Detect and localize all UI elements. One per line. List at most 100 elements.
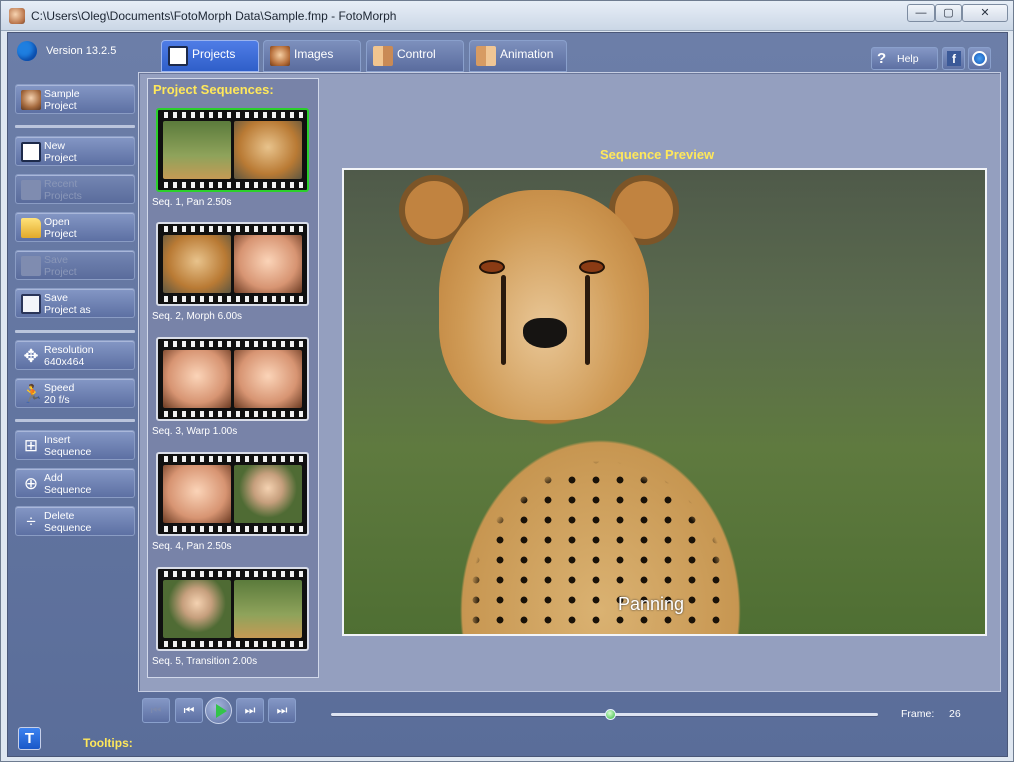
- tab-projects[interactable]: Projects: [161, 40, 259, 72]
- cheetah-face: [439, 190, 649, 420]
- film-perforations: [164, 641, 303, 647]
- cheetah-eye: [479, 260, 505, 274]
- film-perforations: [164, 296, 303, 302]
- tab-images[interactable]: Images: [263, 40, 361, 72]
- last-frame-button[interactable]: ⏭: [268, 698, 296, 723]
- save-project-button[interactable]: Save Project: [15, 250, 135, 280]
- maximize-icon: ▢: [943, 7, 954, 19]
- project-sequences-panel[interactable]: Project Sequences: Seq. 1, Pan 2.50s Seq…: [147, 78, 319, 678]
- globe-icon: [972, 51, 987, 66]
- film-perforations: [164, 571, 303, 577]
- sequence-thumbnail-4[interactable]: [156, 452, 309, 536]
- recent-projects-icon: [21, 180, 41, 200]
- sequence-caption: Seq. 5, Transition 2.00s: [152, 656, 258, 667]
- sequence-frame-image: [234, 350, 302, 408]
- app-window: C:\Users\Oleg\Documents\FotoMorph Data\S…: [0, 0, 1014, 762]
- next-frame-button[interactable]: ⏭: [236, 698, 264, 723]
- portrait-icon: [21, 90, 41, 110]
- sequence-frame-image: [234, 465, 302, 523]
- help-button[interactable]: ? Help: [871, 47, 938, 70]
- facebook-button[interactable]: f: [942, 47, 965, 70]
- tab-animation[interactable]: Animation: [469, 40, 567, 72]
- tooltips-toggle-button[interactable]: T: [18, 727, 41, 750]
- minimize-button[interactable]: —: [907, 4, 935, 22]
- sequence-thumbnail-3[interactable]: [156, 337, 309, 421]
- resolution-button[interactable]: ✥ Resolution 640x464: [15, 340, 135, 370]
- recent-projects-button[interactable]: Recent Projects: [15, 174, 135, 204]
- images-icon: [270, 46, 290, 66]
- sequence-caption: Seq. 4, Pan 2.50s: [152, 541, 232, 552]
- film-perforations: [164, 112, 303, 118]
- open-project-button[interactable]: Open Project: [15, 212, 135, 242]
- sequence-frame-image: [163, 350, 231, 408]
- open-folder-icon: [21, 218, 41, 238]
- left-toolbar: Version 13.2.5 Sample Project New Projec…: [8, 33, 142, 758]
- toolbar-divider: [15, 330, 135, 333]
- tab-control[interactable]: Control: [366, 40, 464, 72]
- sequence-caption: Seq. 1, Pan 2.50s: [152, 197, 232, 208]
- toolbar-divider: [15, 419, 135, 422]
- sample-project-button[interactable]: Sample Project: [15, 84, 135, 114]
- speed-button[interactable]: 🏃 Speed 20 f/s: [15, 378, 135, 408]
- new-document-icon: [21, 142, 41, 162]
- insert-sequence-icon: ⊞: [23, 436, 39, 455]
- close-button[interactable]: ✕: [962, 4, 1008, 22]
- delete-sequence-icon: ÷: [26, 512, 36, 531]
- sequence-caption: Seq. 3, Warp 1.00s: [152, 426, 238, 437]
- sequence-preview-title: Sequence Preview: [600, 147, 715, 162]
- sequence-caption: Seq. 2, Morph 6.00s: [152, 311, 243, 322]
- client-area: Version 13.2.5 Sample Project New Projec…: [7, 32, 1008, 757]
- previous-frame-button[interactable]: ⏮: [175, 698, 203, 723]
- sequence-thumbnail-2[interactable]: [156, 222, 309, 306]
- film-perforations: [164, 182, 303, 188]
- sequence-frame-image: [163, 235, 231, 293]
- project-sequences-title: Project Sequences:: [153, 82, 274, 97]
- cheetah-nose: [523, 318, 567, 348]
- facebook-icon: f: [947, 51, 961, 66]
- maximize-button[interactable]: ▢: [935, 4, 962, 22]
- frame-slider-thumb[interactable]: [605, 709, 616, 720]
- film-perforations: [164, 226, 303, 232]
- title-bar[interactable]: C:\Users\Oleg\Documents\FotoMorph Data\S…: [1, 1, 1013, 31]
- sequence-frame-image: [234, 121, 302, 179]
- save-project-as-button[interactable]: Save Project as: [15, 288, 135, 318]
- website-button[interactable]: [968, 47, 991, 70]
- fotomorph-app-icon[interactable]: [9, 8, 25, 24]
- projects-grid-icon: [168, 46, 188, 66]
- sequence-preview-image: Panning: [342, 168, 987, 636]
- control-icon: [373, 46, 393, 66]
- close-icon: ✕: [980, 7, 990, 19]
- version-label: Version 13.2.5: [46, 45, 117, 57]
- play-icon: [216, 704, 227, 718]
- toolbar-divider: [15, 125, 135, 128]
- first-frame-button[interactable]: ⏮: [142, 698, 170, 723]
- save-as-icon: [21, 294, 41, 314]
- minimize-icon: —: [915, 7, 927, 19]
- frame-value: 26: [949, 708, 961, 720]
- cheetah-tear-mark: [585, 275, 590, 365]
- film-perforations: [164, 456, 303, 462]
- cheetah-eye: [579, 260, 605, 274]
- sequence-frame-image: [234, 235, 302, 293]
- frame-label: Frame:: [901, 708, 935, 720]
- animation-icon: [476, 46, 496, 66]
- skip-last-icon: ⏭: [276, 703, 288, 717]
- preview-overlay-text: Panning: [618, 594, 685, 614]
- sequence-frame-image: [163, 121, 231, 179]
- save-disk-icon: [21, 256, 41, 276]
- delete-sequence-button[interactable]: ÷ Delete Sequence: [15, 506, 135, 536]
- new-project-button[interactable]: New Project: [15, 136, 135, 166]
- film-perforations: [164, 526, 303, 532]
- film-perforations: [164, 341, 303, 347]
- sequence-thumbnail-1[interactable]: [156, 108, 309, 192]
- add-sequence-icon: ⊕: [23, 474, 39, 493]
- play-button[interactable]: [205, 697, 232, 724]
- window-title: C:\Users\Oleg\Documents\FotoMorph Data\S…: [31, 9, 397, 23]
- step-back-icon: ⏮: [183, 703, 195, 717]
- cheetah-tear-mark: [501, 275, 506, 365]
- runner-icon: 🏃: [21, 384, 44, 404]
- sequence-frame-image: [163, 465, 231, 523]
- insert-sequence-button[interactable]: ⊞ Insert Sequence: [15, 430, 135, 460]
- sequence-thumbnail-5[interactable]: [156, 567, 309, 651]
- add-sequence-button[interactable]: ⊕ Add Sequence: [15, 468, 135, 498]
